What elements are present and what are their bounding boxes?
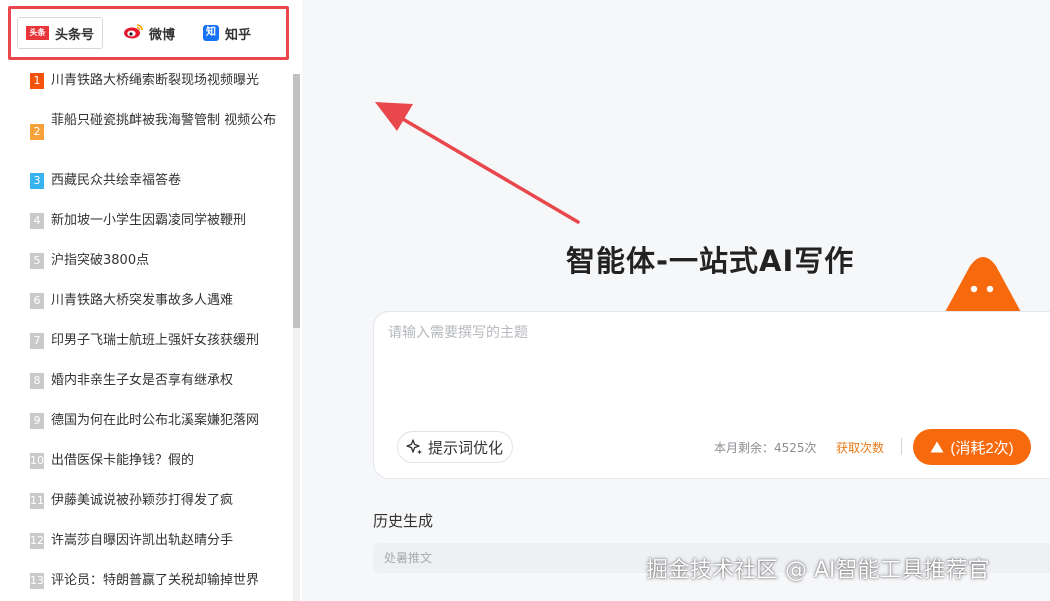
- list-item-text: 川青铁路大桥突发事故多人遇难: [51, 293, 234, 308]
- platform-tabs: 头条 头条号 微博 知 知乎: [8, 6, 289, 60]
- list-item-text: 新加坡一小学生因霸凌同学被鞭刑: [51, 213, 247, 228]
- sidebar-scrollbar[interactable]: [293, 74, 300, 601]
- rank-badge: 6: [30, 293, 44, 309]
- rank-badge: 13: [30, 573, 44, 589]
- list-item[interactable]: 6 川青铁路大桥突发事故多人遇难: [0, 284, 290, 324]
- list-item[interactable]: 9 德国为何在此时公布北溪案嫌犯落网: [0, 404, 290, 444]
- tab-toutiao[interactable]: 头条 头条号: [17, 17, 104, 49]
- topic-input[interactable]: [388, 322, 1038, 422]
- rank-badge: 7: [30, 333, 44, 349]
- optimize-label: 提示词优化: [428, 438, 504, 457]
- list-item-text: 出借医保卡能挣钱？假的: [51, 453, 195, 468]
- list-item[interactable]: 11 伊藤美诚说被孙颖莎打得发了疯: [0, 484, 290, 524]
- scrollbar-thumb[interactable]: [293, 74, 300, 328]
- list-item[interactable]: 2 菲船只碰瓷挑衅被我海警管制 视频公布: [0, 98, 290, 164]
- rank-badge: 8: [30, 373, 44, 389]
- list-item[interactable]: 4 新加坡一小学生因霸凌同学被鞭刑: [0, 204, 290, 244]
- rank-badge: 11: [30, 493, 44, 509]
- watermark: 掘金技术社区 @ AI智能工具推荐官: [646, 558, 990, 583]
- list-item-text: 许嵩莎自曝因许凯出轨赵晴分手: [51, 533, 234, 548]
- list-item[interactable]: 13 评论员：特朗普赢了关税却输掉世界: [0, 564, 290, 594]
- toutiao-icon: 头条: [26, 26, 49, 40]
- list-item[interactable]: 7 印男子飞瑞士航班上强奸女孩获缓刑: [0, 324, 290, 364]
- remaining-count: 本月剩余：4525次: [714, 441, 817, 455]
- separator: [901, 438, 902, 455]
- zhihu-icon: 知: [203, 25, 220, 41]
- list-item-text: 伊藤美诚说被孙颖莎打得发了疯: [51, 493, 234, 508]
- hot-list: 1 川青铁路大桥绳索断裂现场视频曝光 2 菲船只碰瓷挑衅被我海警管制 视频公布 …: [0, 64, 290, 594]
- list-item-text: 婚内非亲生子女是否享有继承权: [51, 373, 234, 388]
- rank-badge: 2: [30, 124, 44, 140]
- rank-badge: 4: [30, 213, 44, 229]
- list-item[interactable]: 12 许嵩莎自曝因许凯出轨赵晴分手: [0, 524, 290, 564]
- hot-list-sidebar: 头条 头条号 微博 知 知乎 1 川青铁路大桥绳索断裂现场视频曝光 2 菲船只碰…: [0, 0, 302, 601]
- history-title: 历史生成: [373, 512, 434, 530]
- mascot-icon: [944, 257, 1022, 314]
- tab-label: 知乎: [225, 27, 252, 43]
- list-item-text: 西藏民众共绘幸福答卷: [51, 173, 182, 188]
- panel-divider: [302, 0, 326, 601]
- list-item-text: 评论员：特朗普赢了关税却输掉世界: [51, 573, 260, 588]
- list-item-text: 德国为何在此时公布北溪案嫌犯落网: [51, 413, 260, 428]
- rank-badge: 10: [30, 453, 44, 469]
- rank-badge: 9: [30, 413, 44, 429]
- tab-label: 头条号: [55, 27, 95, 43]
- rank-badge: 12: [30, 533, 44, 549]
- list-item-text: 沪指突破3800点: [51, 253, 150, 268]
- annotation-arrow: [375, 102, 580, 224]
- list-item[interactable]: 1 川青铁路大桥绳索断裂现场视频曝光: [0, 64, 290, 98]
- rank-badge: 3: [30, 173, 44, 189]
- list-item[interactable]: 10 出借医保卡能挣钱？假的: [0, 444, 290, 484]
- generate-label: (消耗2次): [950, 439, 1014, 457]
- triangle-up-icon: [930, 441, 944, 453]
- list-item-text: 印男子飞瑞士航班上强奸女孩获缓刑: [51, 333, 260, 348]
- page-title: 智能体-一站式AI写作: [566, 244, 855, 278]
- list-item[interactable]: 3 西藏民众共绘幸福答卷: [0, 164, 290, 204]
- tab-label: 微博: [149, 27, 176, 43]
- sparkle-icon: [406, 439, 422, 455]
- rank-badge: 5: [30, 253, 44, 269]
- list-item[interactable]: 8 婚内非亲生子女是否享有继承权: [0, 364, 290, 404]
- tab-weibo[interactable]: 微博: [115, 17, 183, 49]
- prompt-optimize-button[interactable]: 提示词优化: [397, 431, 514, 463]
- generate-button[interactable]: (消耗2次): [913, 429, 1031, 465]
- topic-editor: 提示词优化 本月剩余：4525次 获取次数 (消耗2次): [373, 311, 1050, 479]
- tab-zhihu[interactable]: 知 知乎: [195, 17, 259, 49]
- weibo-icon: [123, 23, 143, 43]
- list-item-text: 菲船只碰瓷挑衅被我海警管制 视频公布: [51, 113, 277, 128]
- get-count-link[interactable]: 获取次数: [836, 439, 884, 456]
- list-item-text: 川青铁路大桥绳索断裂现场视频曝光: [51, 73, 260, 88]
- rank-badge: 1: [30, 73, 44, 89]
- list-item[interactable]: 5 沪指突破3800点: [0, 244, 290, 284]
